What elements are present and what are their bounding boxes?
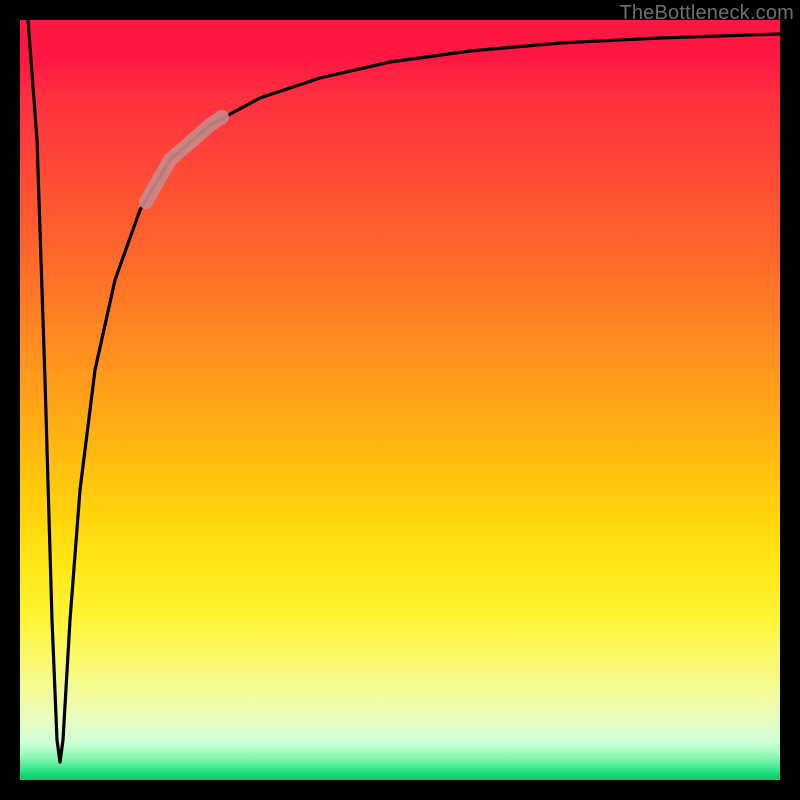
- attribution-label: TheBottleneck.com: [619, 2, 794, 25]
- plot-area: [20, 20, 780, 780]
- chart-frame: TheBottleneck.com: [0, 0, 800, 800]
